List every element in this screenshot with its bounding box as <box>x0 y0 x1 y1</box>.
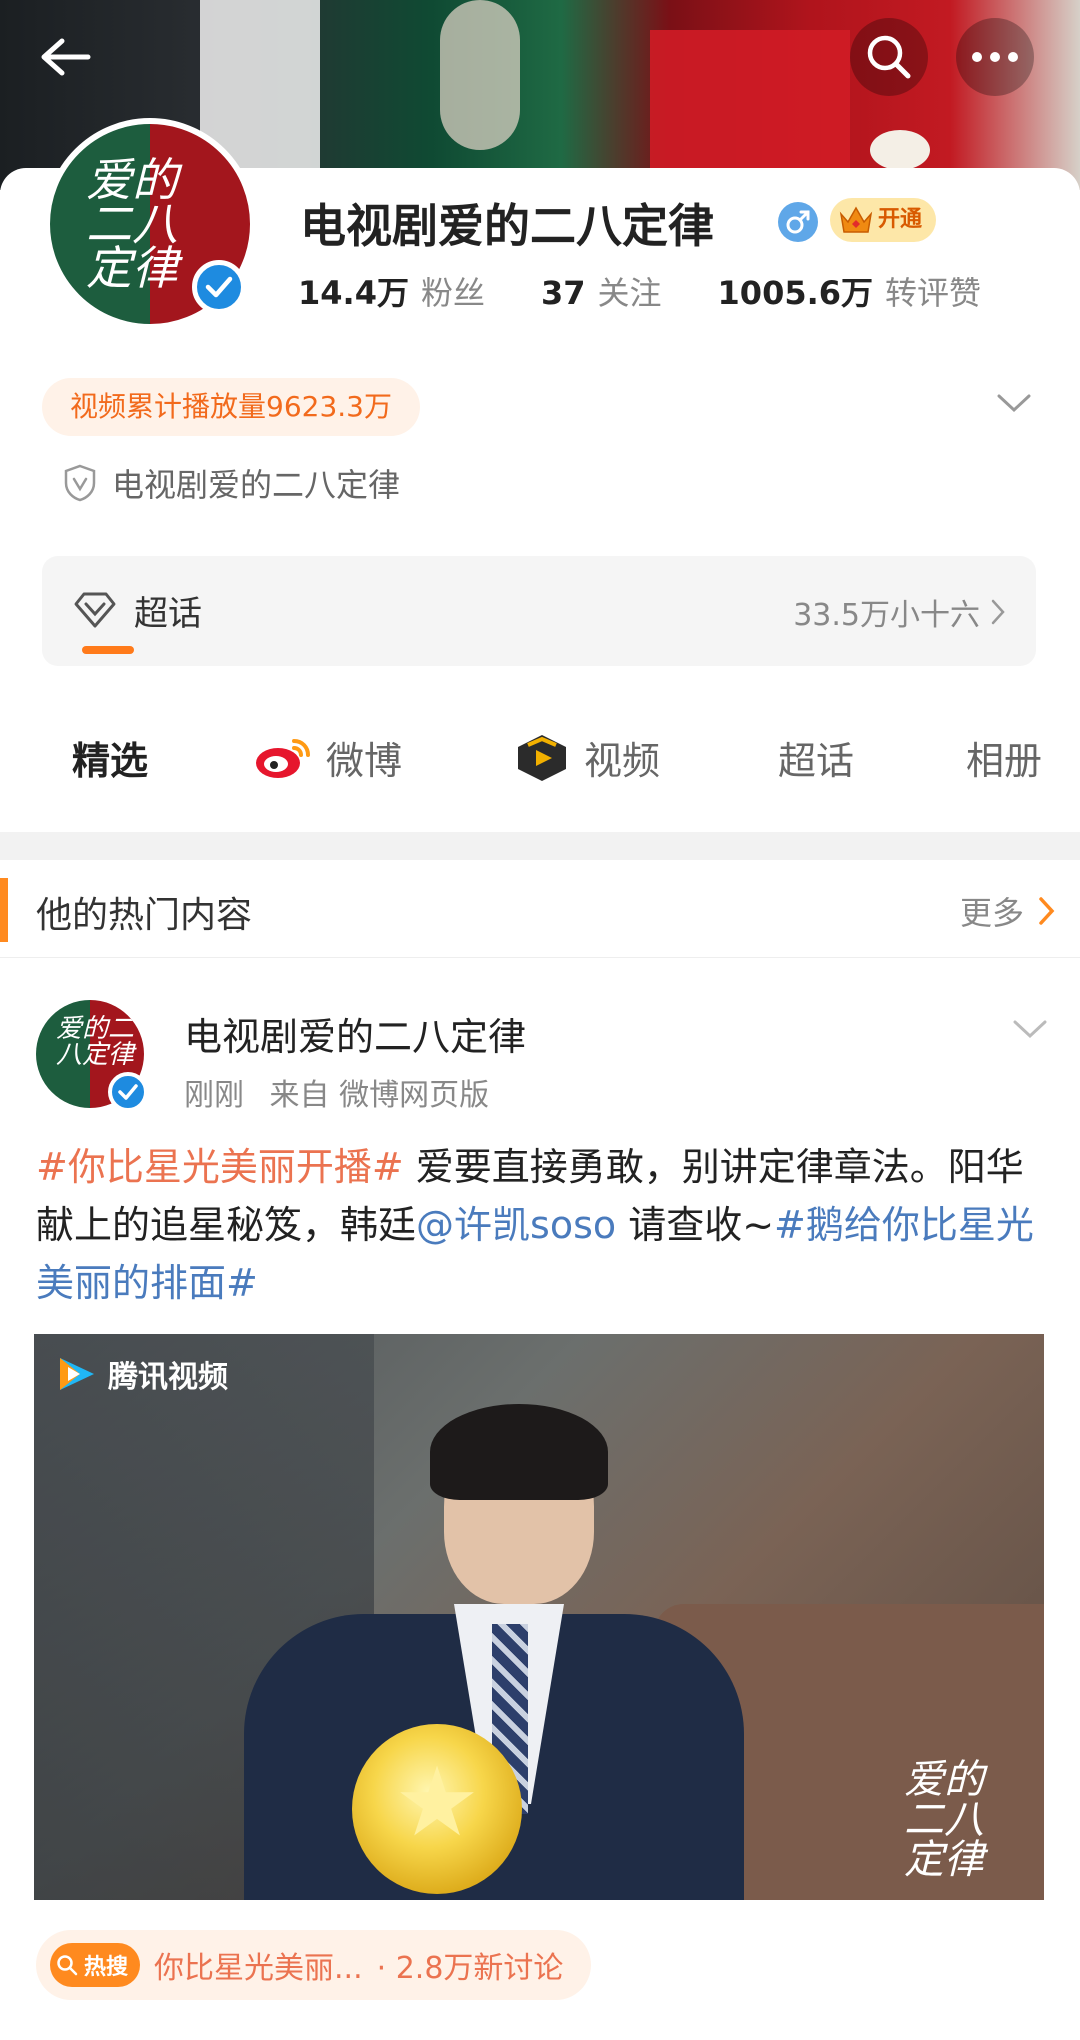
identity-row: 电视剧爱的二八定律 <box>62 460 400 506</box>
post-meta: 刚刚 来自 微博网页版 <box>184 1070 505 1114</box>
search-icon <box>57 1955 78 1976</box>
scene-person-hair <box>430 1404 608 1500</box>
tab-label: 微博 <box>326 739 403 783</box>
hashtag-link[interactable]: #你比星光美丽开播# <box>36 1145 404 1189</box>
post-text: 请查收~ <box>616 1203 775 1247</box>
stat-number: 37 <box>540 274 586 312</box>
mention-link[interactable]: @许凯soso <box>416 1203 616 1247</box>
super-topic-label: 超话 <box>134 594 202 634</box>
star-icon: ★ <box>394 1746 481 1858</box>
hot-search-title: 你比星光美丽... <box>154 1951 363 1986</box>
profile-stats: 14.4万 粉丝 37 关注 1005.6万 转评赞 <box>298 268 1037 314</box>
drama-title-watermark: 爱的二八定律 <box>904 1757 984 1883</box>
hot-search-count: · 2.8万新讨论 <box>376 1951 564 1986</box>
search-icon <box>867 35 911 79</box>
video-brand-label: 腾讯视频 <box>108 1360 228 1395</box>
more-button[interactable] <box>956 18 1034 96</box>
video-badge-icon <box>518 734 566 781</box>
vip-label: 开通 <box>878 207 923 232</box>
banner-flowers <box>870 130 930 170</box>
profile-name: 电视剧爱的二八定律 <box>300 199 714 253</box>
shield-icon <box>64 464 96 502</box>
tab-label: 精选 <box>72 739 149 783</box>
video-play-count-badge: 视频累计播放量9623.3万 <box>42 378 420 436</box>
verified-badge-icon <box>192 260 246 314</box>
active-tab-indicator <box>82 646 134 654</box>
tab-label: 相册 <box>966 739 1043 783</box>
avatar-logo: 爱的二八定律 <box>56 1014 135 1070</box>
tencent-video-logo: 腾讯视频 <box>54 1352 228 1396</box>
stat-fans[interactable]: 14.4万 粉丝 <box>298 268 485 314</box>
stat-label: 粉丝 <box>420 274 485 312</box>
tab-featured[interactable]: 精选 <box>72 730 148 785</box>
diamond-icon <box>74 592 116 628</box>
tab-album[interactable]: 相册 <box>966 730 1042 785</box>
stat-label: 关注 <box>597 274 662 312</box>
more-link[interactable]: 更多 <box>960 888 1056 934</box>
profile-tabs: 精选 微博 视频 超话 相册 <box>0 730 1080 800</box>
hot-search-badge: 热搜 <box>50 1943 141 1987</box>
crown-icon <box>839 206 873 233</box>
post-author-name[interactable]: 电视剧爱的二八定律 <box>184 1006 526 1061</box>
banner-figure <box>650 30 850 190</box>
more-dots-icon <box>972 52 1018 62</box>
male-gender-icon <box>778 202 818 242</box>
stat-label: 转评赞 <box>885 274 982 312</box>
section-divider <box>0 832 1080 860</box>
weibo-logo-icon <box>256 738 310 778</box>
banner-figure <box>440 0 520 150</box>
identity-text: 电视剧爱的二八定律 <box>112 466 401 504</box>
super-topic-info: 33.5万小十六 <box>793 590 1006 634</box>
chevron-down-icon[interactable] <box>996 392 1032 414</box>
chevron-down-icon[interactable] <box>1012 1018 1048 1040</box>
tab-video[interactable]: 视频 <box>514 730 660 785</box>
stat-following[interactable]: 37 关注 <box>541 268 662 314</box>
play-logo-icon <box>60 1358 94 1390</box>
back-arrow-icon <box>41 38 91 76</box>
chevron-right-icon <box>991 599 1005 625</box>
more-label: 更多 <box>959 894 1024 932</box>
avatar-logo: 爱的二八定律 <box>86 153 178 295</box>
super-topic-count: 33.5万小十六 <box>793 598 980 633</box>
profile-card: 爱的二八定律 电视剧爱的二八定律 开通 14.4万 粉丝 37 关注 1005.… <box>0 118 1080 828</box>
verified-badge-icon <box>108 1072 148 1112</box>
post-time: 刚刚 <box>184 1078 244 1113</box>
chevron-right-icon <box>1039 897 1055 925</box>
post-body: #你比星光美丽开播# 爱要直接勇敢，别讲定律章法。阳华献上的追星秘笈，韩廷@许凯… <box>36 1138 1046 1312</box>
post-source: 来自 微博网页版 <box>269 1078 490 1113</box>
tab-label: 视频 <box>584 739 661 783</box>
stat-interactions[interactable]: 1005.6万 转评赞 <box>718 268 982 314</box>
hot-search-chip[interactable]: 热搜 你比星光美丽... · 2.8万新讨论 <box>36 1930 592 2000</box>
hot-content-header: 他的热门内容 更多 <box>0 862 1080 958</box>
tab-super-topic[interactable]: 超话 <box>778 730 854 785</box>
vip-open-button[interactable]: 开通 <box>830 198 937 242</box>
hot-search-badge-label: 热搜 <box>84 1955 129 1980</box>
hot-content-title: 他的热门内容 <box>36 895 253 936</box>
tab-weibo[interactable]: 微博 <box>254 730 402 785</box>
back-button[interactable] <box>26 18 104 96</box>
stat-number: 14.4万 <box>298 274 409 312</box>
tab-label: 超话 <box>778 739 855 783</box>
search-button[interactable] <box>850 18 928 96</box>
section-accent-bar <box>0 878 8 942</box>
super-topic-row[interactable]: 超话 33.5万小十六 <box>42 556 1036 666</box>
post-video-thumbnail[interactable]: ★ 腾讯视频 爱的二八定律 <box>34 1334 1044 1900</box>
stat-number: 1005.6万 <box>717 274 874 312</box>
